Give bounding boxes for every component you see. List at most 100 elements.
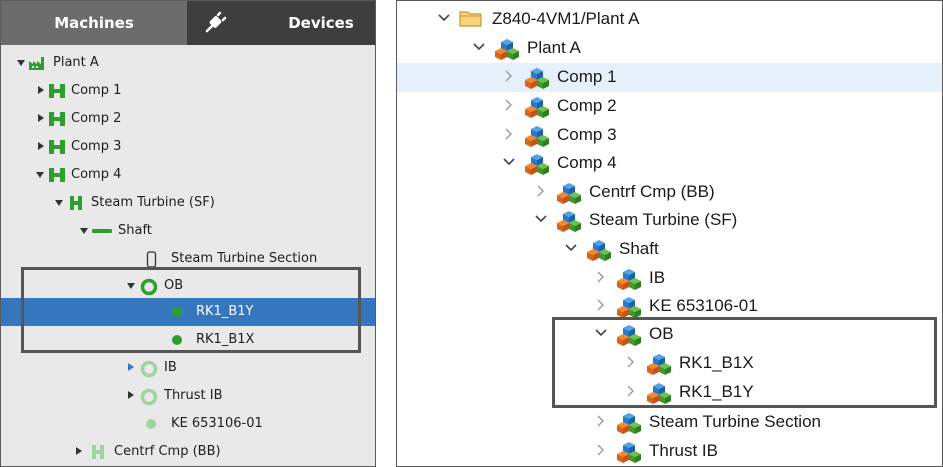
chevron-down-icon[interactable] [564, 241, 578, 255]
cubes-icon [525, 97, 549, 118]
collapse-arrow-icon[interactable] [38, 86, 44, 94]
plug-icon [205, 11, 227, 33]
expand-arrow-icon[interactable] [17, 60, 25, 66]
tree-item-ib[interactable]: IB [1, 354, 375, 382]
tree-item-label: Comp 4 [557, 153, 617, 172]
cubes-icon [557, 211, 581, 232]
factory-icon [29, 57, 44, 70]
chevron-right-icon[interactable] [502, 127, 516, 141]
cubes-icon [525, 68, 549, 89]
tree-item-label: KE 653106-01 [649, 296, 758, 315]
tree-item-shaft[interactable]: Shaft [1, 217, 375, 245]
tree-item-label: Comp 4 [71, 167, 122, 182]
machines-panel: Machines Devices Plant A Comp 1 Comp 2 C… [0, 0, 376, 467]
tree-item-label: Thrust IB [164, 388, 223, 403]
tree-item-steam-turbine-section[interactable]: Steam Turbine Section [397, 408, 942, 437]
tree-item-ib[interactable]: IB [397, 264, 942, 293]
collapse-arrow-icon[interactable] [128, 391, 134, 399]
devices-tree-panel: Z840-4VM1/Plant A Plant A Comp 1 Comp 2 … [396, 0, 943, 467]
machine-icon [49, 168, 65, 182]
cubes-icon [617, 269, 641, 290]
tree-item-comp-1[interactable]: Comp 1 [1, 77, 375, 105]
expand-arrow-icon[interactable] [55, 200, 63, 206]
collapse-arrow-icon[interactable] [76, 447, 82, 455]
chevron-right-icon[interactable] [594, 298, 608, 312]
chevron-down-icon[interactable] [534, 212, 548, 226]
tree-item-label: Comp 3 [557, 125, 617, 144]
tree-item-label: Steam Turbine (SF) [589, 210, 738, 229]
cubes-icon [617, 413, 641, 434]
tree-item-comp-1[interactable]: Comp 1 [397, 63, 942, 92]
tree-item-label: Plant A [527, 38, 581, 57]
tree-item-thrust-ib[interactable]: Thrust IB [397, 437, 942, 466]
tree-item-label: Centrf Cmp (BB) [114, 444, 221, 459]
tree-item-steam-turbine[interactable]: Steam Turbine (SF) [1, 189, 375, 217]
chevron-right-icon[interactable] [502, 98, 516, 112]
tree-item-label: Thrust IB [649, 441, 718, 460]
tree-item-z840-4vm1-plant-a[interactable]: Z840-4VM1/Plant A [397, 5, 942, 34]
tree-item-comp-3[interactable]: Comp 3 [1, 133, 375, 161]
tab-machines[interactable]: Machines [1, 1, 187, 45]
chevron-down-icon[interactable] [502, 155, 516, 169]
tree-item-shaft[interactable]: Shaft [397, 235, 942, 264]
tree-item-label: Comp 3 [71, 139, 122, 154]
tree-item-label: Steam Turbine Section [649, 412, 821, 431]
tree-item-comp-2[interactable]: Comp 2 [397, 92, 942, 121]
tree-item-label: Steam Turbine (SF) [91, 195, 215, 210]
tree-item-centrf-cmp[interactable]: Centrf Cmp (BB) [1, 438, 375, 466]
tab-devices[interactable]: Devices [187, 1, 375, 45]
tree-item-ke-653106-01[interactable]: KE 653106-01 [1, 410, 375, 438]
cubes-icon [557, 183, 581, 204]
chevron-right-icon[interactable] [594, 443, 608, 457]
tree-item-thrust-ib[interactable]: Thrust IB [1, 382, 375, 410]
section-icon [146, 251, 157, 268]
chevron-right-icon[interactable] [594, 414, 608, 428]
chevron-down-icon[interactable] [472, 40, 486, 54]
tree-item-comp-2[interactable]: Comp 2 [1, 105, 375, 133]
tree-item-steam-turbine-sf[interactable]: Steam Turbine (SF) [397, 206, 942, 235]
turbine-icon [70, 196, 82, 210]
machine-light-icon [92, 445, 104, 459]
tab-machines-label: Machines [54, 14, 134, 32]
tree-item-label: Comp 2 [71, 111, 122, 126]
tree-item-label: IB [649, 268, 666, 287]
tree-item-label: Plant A [53, 55, 99, 70]
tree-item-comp-3[interactable]: Comp 3 [397, 121, 942, 150]
tree-item-comp-4[interactable]: Comp 4 [397, 149, 942, 178]
tree-item-comp-4[interactable]: Comp 4 [1, 161, 375, 189]
tree-item-label: Centrf Cmp (BB) [589, 182, 715, 201]
collapse-arrow-icon[interactable] [128, 363, 134, 371]
cubes-icon [525, 126, 549, 147]
folder-icon [459, 11, 482, 27]
highlight-box [21, 267, 361, 353]
collapse-arrow-icon[interactable] [38, 114, 44, 122]
shaft-icon [92, 229, 112, 233]
tree-item-label: Comp 2 [557, 96, 617, 115]
tree-item-label: Comp 1 [71, 83, 122, 98]
chevron-right-icon[interactable] [594, 270, 608, 284]
tree-item-label: Shaft [118, 223, 152, 238]
cubes-icon [617, 442, 641, 463]
cubes-icon [495, 39, 519, 60]
tree-item-label: Steam Turbine Section [171, 251, 318, 266]
tab-bar: Machines Devices [1, 1, 375, 45]
chevron-right-icon[interactable] [534, 184, 548, 198]
tree-item-label: Shaft [619, 239, 659, 258]
tree-item-centrf-cmp-bb[interactable]: Centrf Cmp (BB) [397, 178, 942, 207]
tree-item-plant-a[interactable]: Plant A [397, 34, 942, 63]
tree-item-label: IB [164, 360, 177, 375]
chevron-down-icon[interactable] [437, 11, 451, 25]
expand-arrow-icon[interactable] [80, 228, 88, 234]
expand-arrow-icon[interactable] [36, 172, 44, 178]
chevron-right-icon[interactable] [502, 69, 516, 83]
collapse-arrow-icon[interactable] [38, 142, 44, 150]
bearing-light-icon [140, 388, 158, 406]
tree-item-plant-a[interactable]: Plant A [1, 49, 375, 77]
cubes-icon [525, 154, 549, 175]
machine-icon [49, 112, 65, 126]
cubes-icon [587, 240, 611, 261]
tree-item-label: Z840-4VM1/Plant A [492, 9, 640, 28]
bearing-light-icon [140, 360, 158, 378]
tab-devices-label: Devices [288, 14, 354, 32]
sensor-dot-light-icon [146, 419, 156, 429]
